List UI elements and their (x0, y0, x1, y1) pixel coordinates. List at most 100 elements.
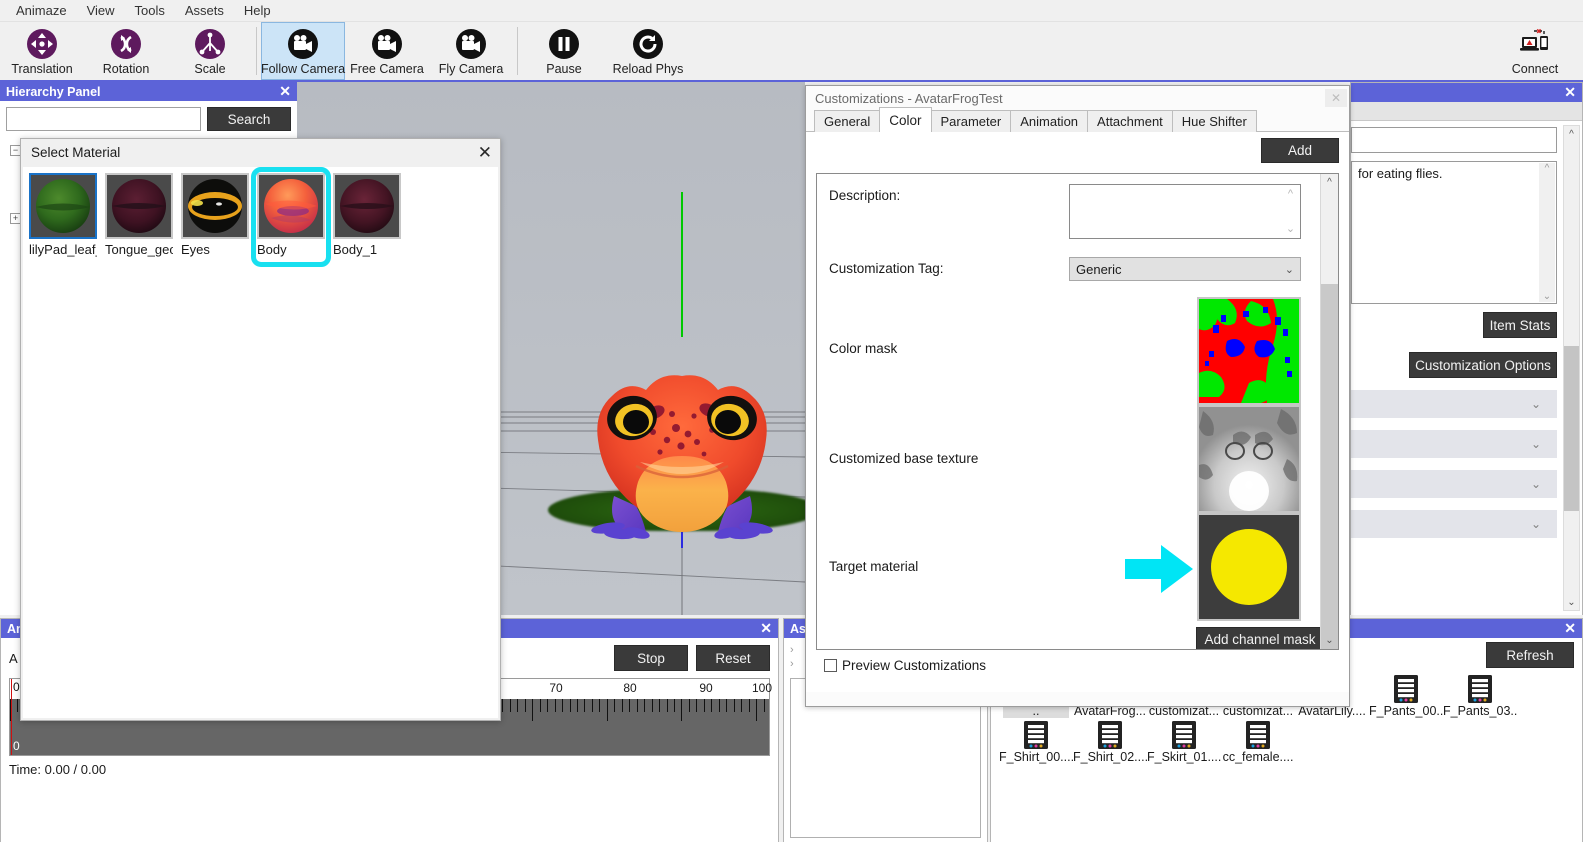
material-item-lilypad[interactable]: lilyPad_leaf_ (29, 173, 97, 257)
hierarchy-panel-titlebar: Hierarchy Panel ✕ (0, 82, 297, 101)
collapsible-section[interactable]: ⌄ (1351, 510, 1557, 538)
toolbar-button-reload-phys[interactable]: Reload Phys (606, 22, 690, 80)
preview-customizations-checkbox[interactable] (824, 659, 837, 672)
chevron-up-icon[interactable]: ^ (1545, 163, 1550, 174)
toolbar-button-follow-camera[interactable]: Follow Camera (261, 22, 345, 80)
item-name-field[interactable] (1351, 127, 1557, 153)
collapsible-section[interactable]: ⌄ (1351, 430, 1557, 458)
file-item[interactable]: F_Skirt_01.... (1147, 718, 1221, 764)
toolbar-button-translation[interactable]: Translation (0, 22, 84, 80)
close-icon[interactable]: ✕ (1325, 89, 1347, 107)
tab-animation[interactable]: Animation (1010, 110, 1089, 132)
toolbar-button-rotation[interactable]: Rotation (84, 22, 168, 80)
timeline-tick (509, 699, 511, 712)
material-item-eyes[interactable]: Eyes (181, 173, 249, 257)
select-material-body: lilyPad_leaf_ Tongue_geo Eyes Body Body_… (23, 167, 498, 718)
chevron-up-icon[interactable]: ^ (1321, 174, 1338, 191)
rotation-icon (111, 28, 141, 59)
refresh-button[interactable]: Refresh (1486, 642, 1574, 668)
camera-icon (288, 28, 318, 59)
tab-attachment[interactable]: Attachment (1087, 110, 1173, 132)
chevron-down-icon[interactable]: ⌄ (1543, 291, 1551, 302)
description-scrollbar[interactable]: ^ ⌄ (1539, 163, 1555, 302)
item-stats-button[interactable]: Item Stats (1483, 312, 1557, 338)
item-properties-toolbar (1351, 102, 1582, 121)
material-swatch (29, 173, 97, 239)
color-mask-row: Color mask (817, 281, 1338, 405)
document-file-icon (1246, 721, 1270, 749)
search-input[interactable] (6, 107, 201, 131)
close-icon[interactable]: ✕ (1564, 84, 1576, 101)
close-icon[interactable]: ✕ (279, 83, 291, 100)
file-item[interactable]: cc_female.... (1221, 718, 1295, 764)
document-file-icon (1098, 721, 1122, 749)
material-sphere-icon (264, 179, 318, 233)
menu-item-animaze[interactable]: Animaze (6, 1, 77, 20)
menu-item-tools[interactable]: Tools (125, 1, 175, 20)
tab-parameter[interactable]: Parameter (930, 110, 1012, 132)
base-texture-thumbnail[interactable] (1197, 405, 1301, 513)
menu-item-view[interactable]: View (77, 1, 125, 20)
add-button[interactable]: Add (1261, 138, 1339, 163)
toolbar-button-fly-camera[interactable]: Fly Camera (429, 22, 513, 80)
description-scrollbar[interactable]: ^ ⌄ (1282, 186, 1299, 237)
chevron-up-icon[interactable]: ^ (1288, 188, 1293, 200)
timeline-tick (681, 699, 683, 721)
tab-hue-shifter[interactable]: Hue Shifter (1171, 110, 1257, 132)
scrollbar-thumb[interactable] (1564, 346, 1579, 511)
customization-options-button[interactable]: Customization Options (1409, 352, 1557, 378)
timeline-tick (539, 699, 541, 712)
close-icon[interactable]: ✕ (1564, 620, 1576, 637)
menu-item-assets[interactable]: Assets (175, 1, 234, 20)
chevron-down-icon[interactable]: ⌄ (1564, 594, 1579, 610)
toolbar-label-pause: Pause (546, 61, 582, 76)
chevron-down-icon[interactable]: ⌄ (1321, 632, 1338, 649)
item-properties-panel: ✕ for eating flies. ^ ⌄ Item Stats Custo… (1350, 82, 1583, 615)
chevron-down-icon[interactable]: ⌄ (1286, 222, 1295, 235)
toolbar-button-pause[interactable]: Pause (522, 22, 606, 80)
preview-customizations-row[interactable]: Preview Customizations (816, 650, 1339, 673)
pause-icon (549, 28, 579, 59)
customization-tag-select[interactable]: Generic ⌄ (1069, 257, 1301, 281)
ruler-label-100: 100 (751, 681, 773, 695)
toolbar-button-connect[interactable]: Connect (1493, 22, 1577, 80)
item-description-field[interactable]: for eating flies. ^ ⌄ (1351, 161, 1557, 304)
preview-customizations-label: Preview Customizations (842, 658, 987, 673)
file-item[interactable]: F_Pants_03... (1443, 672, 1517, 718)
tab-color[interactable]: Color (879, 107, 932, 132)
right-panel-scrollbar[interactable]: ^ ⌄ (1563, 125, 1580, 611)
color-customization-form: Description: ^ ⌄ Customization Tag: Gene… (816, 173, 1339, 650)
add-channel-mask-button[interactable]: Add channel mask (1196, 627, 1324, 649)
frog-avatar-mesh[interactable] (584, 370, 780, 560)
material-name: Body_1 (333, 242, 378, 257)
color-mask-thumbnail[interactable] (1197, 297, 1301, 405)
file-item[interactable]: F_Pants_00... (1369, 672, 1443, 718)
toolbar-label-follow-camera: Follow Camera (260, 61, 346, 76)
main-toolbar: Translation Rotation Scale Follow Camera… (0, 22, 1583, 82)
material-item-body[interactable]: Body (251, 167, 331, 267)
target-material-thumbnail[interactable] (1197, 513, 1301, 621)
assets-panel-title: As (790, 621, 806, 636)
form-scrollbar[interactable]: ^ ⌄ (1320, 174, 1338, 649)
toolbar-button-free-camera[interactable]: Free Camera (345, 22, 429, 80)
chevron-up-icon[interactable]: ^ (1564, 126, 1579, 142)
search-button[interactable]: Search (207, 107, 291, 131)
timeline-tick (696, 699, 698, 712)
description-input[interactable]: ^ ⌄ (1069, 184, 1301, 239)
scrollbar-thumb[interactable] (1321, 284, 1338, 649)
timeline-playhead[interactable] (11, 679, 12, 755)
tab-general[interactable]: General (814, 110, 881, 132)
collapsible-section[interactable]: ⌄ (1351, 470, 1557, 498)
collapsible-section[interactable]: ⌄ (1351, 390, 1557, 418)
close-icon[interactable]: ✕ (760, 620, 772, 637)
close-icon[interactable]: ✕ (478, 144, 492, 161)
stop-button[interactable]: Stop (614, 645, 688, 671)
material-grid: lilyPad_leaf_ Tongue_geo Eyes Body Body_… (29, 167, 492, 267)
material-item-tongue-geo[interactable]: Tongue_geo (105, 173, 173, 257)
file-item[interactable]: F_Shirt_00.... (999, 718, 1073, 764)
menu-item-help[interactable]: Help (234, 1, 281, 20)
toolbar-button-scale[interactable]: Scale (168, 22, 252, 80)
reset-button[interactable]: Reset (696, 645, 770, 671)
file-item[interactable]: F_Shirt_02.... (1073, 718, 1147, 764)
material-item-body-1[interactable]: Body_1 (333, 173, 401, 257)
